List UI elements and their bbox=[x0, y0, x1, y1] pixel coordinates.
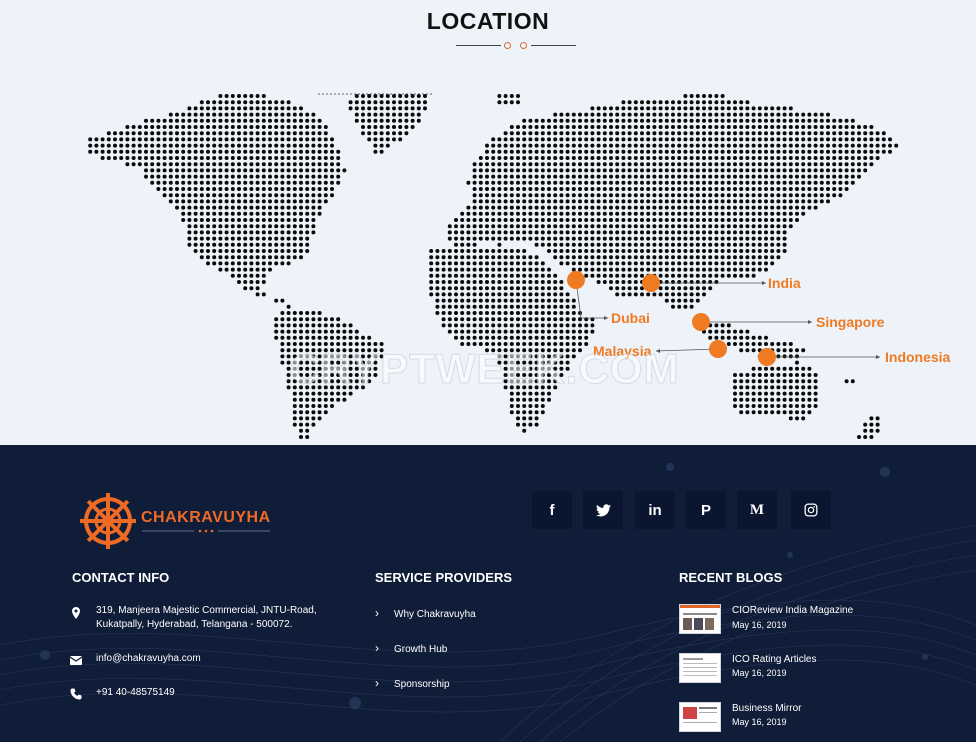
title-divider bbox=[456, 42, 576, 49]
marker-label-singapore: Singapore bbox=[816, 314, 885, 330]
contact-email[interactable]: info@chakravuyha.com bbox=[96, 652, 201, 666]
blog-date: May 16, 2019 bbox=[732, 620, 787, 630]
blog-title[interactable]: Business Mirror bbox=[732, 703, 801, 714]
map-marker-singapore[interactable] bbox=[692, 313, 710, 331]
medium-icon[interactable]: M bbox=[737, 491, 777, 529]
chakravuyha-logo[interactable] bbox=[75, 489, 141, 553]
contact-phone[interactable]: +91 40-48575149 bbox=[96, 686, 175, 700]
marker-label-india: India bbox=[768, 275, 801, 291]
service-providers-heading: SERVICE PROVIDERS bbox=[375, 570, 513, 585]
pinterest-icon[interactable]: P bbox=[686, 491, 726, 529]
instagram-icon[interactable] bbox=[791, 491, 831, 529]
chevron-right-icon: › bbox=[375, 606, 379, 620]
blog-thumbnail[interactable] bbox=[679, 702, 721, 732]
contact-address: 319, Manjeera Majestic Commercial, JNTU-… bbox=[96, 604, 317, 632]
chevron-right-icon: › bbox=[375, 641, 379, 655]
marker-label-indonesia: Indonesia bbox=[885, 349, 951, 365]
service-link-why-chakravuyha[interactable]: › Why Chakravuyha bbox=[375, 606, 476, 620]
facebook-icon[interactable]: f bbox=[532, 491, 572, 529]
blog-title[interactable]: CIOReview India Magazine bbox=[732, 605, 853, 616]
twitter-icon[interactable] bbox=[583, 491, 623, 529]
address-line-2: Kukatpally, Hyderabad, Telangana - 50007… bbox=[96, 619, 293, 630]
service-link-growth-hub[interactable]: › Growth Hub bbox=[375, 641, 447, 655]
blog-thumbnail[interactable] bbox=[679, 653, 721, 683]
brand-name: CHAKRAVUYHA bbox=[141, 509, 271, 526]
map-marker-dubai[interactable] bbox=[567, 271, 585, 289]
address-line-1: 319, Manjeera Majestic Commercial, JNTU-… bbox=[96, 605, 317, 616]
map-marker-india[interactable] bbox=[642, 274, 660, 292]
blog-title[interactable]: ICO Rating Articles bbox=[732, 654, 816, 665]
contact-info-heading: CONTACT INFO bbox=[72, 570, 170, 585]
map-marker-malaysia[interactable] bbox=[709, 340, 727, 358]
location-pin-icon bbox=[72, 607, 80, 619]
recent-blogs-heading: RECENT BLOGS bbox=[679, 570, 783, 585]
service-link-sponsorship[interactable]: › Sponsorship bbox=[375, 676, 450, 690]
location-section: LOCATION India Dubai Singapore Malaysia … bbox=[0, 0, 976, 445]
blog-thumbnail[interactable] bbox=[679, 604, 721, 634]
linkedin-icon[interactable]: in bbox=[635, 491, 675, 529]
location-title: LOCATION bbox=[426, 8, 550, 34]
marker-label-dubai: Dubai bbox=[611, 310, 650, 326]
map-marker-indonesia[interactable] bbox=[758, 348, 776, 366]
chevron-right-icon: › bbox=[375, 676, 379, 690]
blog-date: May 16, 2019 bbox=[732, 717, 787, 727]
blog-date: May 16, 2019 bbox=[732, 668, 787, 678]
phone-icon bbox=[70, 688, 82, 700]
brand-underline bbox=[142, 529, 270, 533]
site-footer: CHAKRAVUYHA f in P M CONTACT INFO 319, M… bbox=[0, 445, 976, 742]
watermark: CRYPTWEEK.COM bbox=[289, 345, 680, 393]
envelope-icon bbox=[70, 656, 82, 665]
